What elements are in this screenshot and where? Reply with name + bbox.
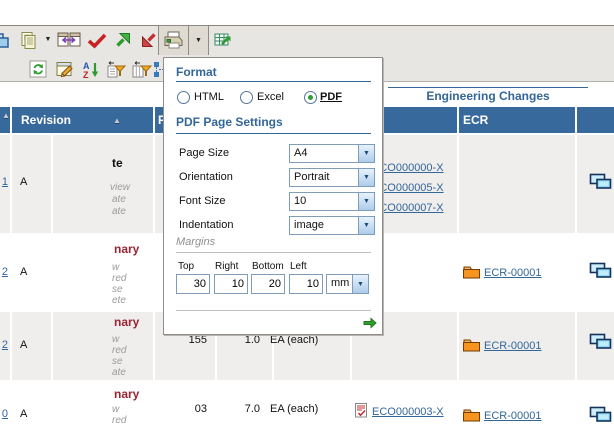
font-size-label: Font Size (179, 195, 225, 207)
approve-check-icon[interactable] (86, 29, 108, 51)
radio-excel[interactable] (240, 91, 253, 104)
uom-value: EA (each) (270, 403, 318, 415)
folder-icon[interactable] (462, 338, 481, 355)
column-header-number[interactable]: ▲ (0, 107, 10, 133)
windows-copy-icon[interactable] (589, 173, 612, 193)
font-size-select[interactable]: 10 ▼ (289, 192, 375, 211)
column-header-ecr[interactable]: ECR (459, 107, 575, 133)
eco-link[interactable]: ECO000003-X (372, 406, 444, 418)
orientation-select[interactable]: Portrait ▼ (289, 168, 375, 187)
margin-left-label: Left (290, 261, 307, 272)
sort-asc-icon: ▲ (113, 116, 121, 125)
print-button[interactable] (158, 25, 189, 56)
export-grid-icon[interactable] (212, 29, 232, 51)
settings-title: PDF Page Settings (176, 115, 283, 129)
margin-left-input[interactable] (289, 274, 323, 294)
orientation-label: Orientation (179, 171, 233, 183)
edit-icon[interactable] (55, 58, 75, 80)
column-header-actions (577, 107, 614, 133)
svg-text:Z: Z (83, 70, 89, 79)
radio-html-label[interactable]: HTML (194, 91, 224, 103)
page-size-label: Page Size (179, 147, 229, 159)
windows-copy-icon[interactable] (589, 406, 612, 426)
chevron-down-icon: ▼ (358, 145, 374, 162)
margin-unit-select[interactable]: mm ▼ (326, 274, 369, 294)
revision-value: A (20, 266, 27, 278)
windows-copy-icon[interactable] (589, 333, 612, 353)
revision-value: A (20, 339, 27, 351)
print-format-panel: Format HTML Excel PDF PDF Page Settings … (163, 57, 383, 335)
panel-title: Format (176, 65, 217, 79)
margin-bottom-input[interactable] (251, 274, 285, 294)
item-number-link[interactable]: 1 (0, 176, 8, 188)
chevron-down-icon: ▼ (358, 193, 374, 210)
radio-html[interactable] (177, 91, 190, 104)
uom-value: EA (each) (270, 334, 318, 346)
chevron-down-icon: ▼ (358, 169, 374, 186)
ecr-link[interactable]: ECR-00001 (484, 410, 541, 422)
chevron-down-icon: ▼ (352, 275, 368, 293)
indentation-label: Indentation (179, 219, 233, 231)
filter-columns-icon[interactable] (131, 58, 152, 80)
window-icon[interactable] (0, 29, 9, 51)
radio-pdf[interactable] (304, 91, 317, 104)
submit-arrow-button[interactable] (363, 317, 377, 332)
swap-windows-icon[interactable] (57, 29, 81, 51)
margin-bottom-label: Bottom (252, 261, 284, 272)
demote-arrow-icon[interactable] (139, 29, 159, 51)
item-number-link[interactable]: 0 (0, 408, 8, 420)
quantity-value: 7.0 (215, 403, 260, 415)
radio-excel-label[interactable]: Excel (257, 91, 284, 103)
margin-top-label: Top (178, 261, 194, 272)
indentation-select[interactable]: image ▼ (289, 216, 375, 235)
column-header-revision[interactable]: Revision ▲ (12, 107, 153, 133)
copy-menu-arrow-icon[interactable]: ▼ (42, 29, 54, 51)
chevron-down-icon: ▼ (358, 217, 374, 234)
promote-arrow-icon[interactable] (113, 29, 133, 51)
app-window: ▼ ▼ AZ (0, 0, 614, 431)
margins-title: Margins (176, 236, 215, 248)
revision-value: A (20, 408, 27, 420)
item-number-link[interactable]: 2 (0, 266, 8, 278)
page-size-select[interactable]: A4 ▼ (289, 144, 375, 163)
revision-value: A (20, 176, 27, 188)
print-menu-arrow-button[interactable]: ▼ (188, 25, 209, 56)
windows-copy-icon[interactable] (589, 262, 612, 282)
table-row: 0 A nary w red 03 7.0 EA (each) ECO00000… (0, 382, 614, 431)
copy-icon[interactable] (19, 29, 39, 51)
quantity-value: 1.0 (215, 334, 260, 346)
column-header-label: Revision (21, 113, 71, 127)
filter-list-icon[interactable] (106, 58, 126, 80)
margin-right-label: Right (215, 261, 238, 272)
sort-az-icon[interactable]: AZ (82, 58, 100, 80)
item-number-link[interactable]: 2 (0, 339, 8, 351)
radio-pdf-label[interactable]: PDF (320, 91, 342, 103)
folder-icon[interactable] (462, 408, 481, 425)
column-header-label: ECR (463, 113, 488, 127)
toolbar-primary: ▼ ▼ (0, 25, 614, 56)
print-icon (162, 30, 185, 51)
find-number-value: 03 (160, 403, 207, 415)
refresh-icon[interactable] (29, 58, 48, 80)
change-doc-icon (355, 403, 367, 421)
ecr-link[interactable]: ECR-00001 (484, 340, 541, 352)
margin-right-input[interactable] (214, 274, 248, 294)
margin-top-input[interactable] (176, 274, 210, 294)
sort-asc-icon: ▲ (2, 111, 10, 120)
ecr-link[interactable]: ECR-00001 (484, 267, 541, 279)
find-number-value: 155 (160, 334, 207, 346)
group-header-engineering-changes: Engineering Changes (388, 87, 588, 103)
folder-icon[interactable] (462, 265, 481, 282)
